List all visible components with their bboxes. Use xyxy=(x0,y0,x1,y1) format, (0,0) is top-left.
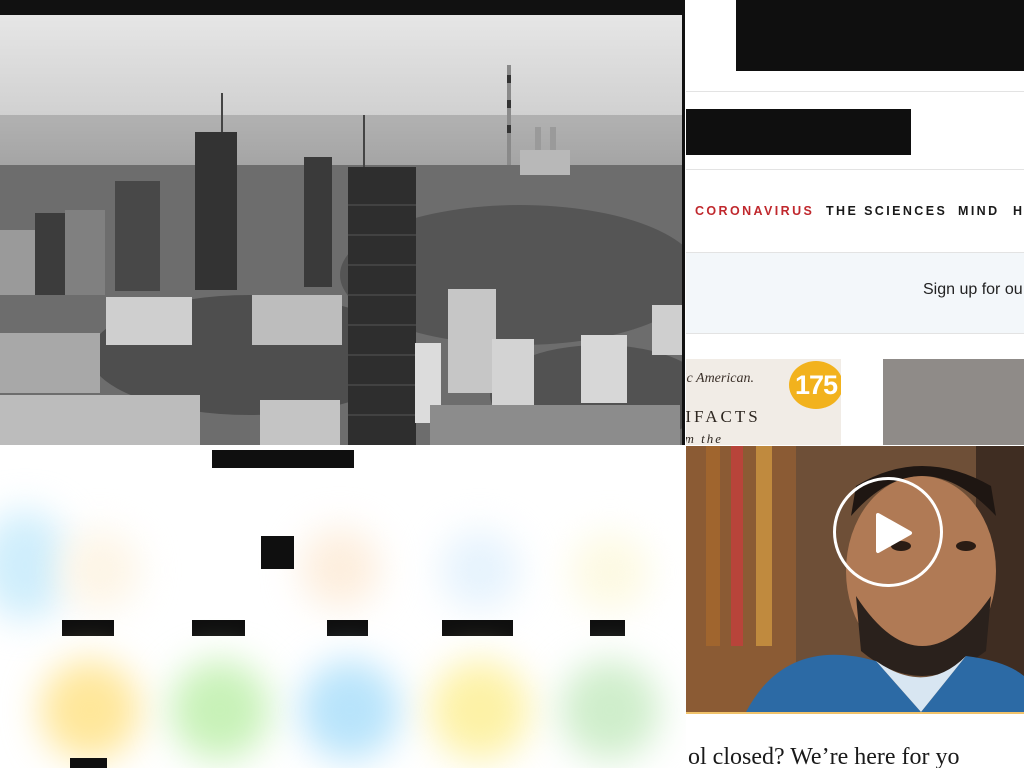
redacted-label xyxy=(212,450,354,468)
blurred-thumbnail xyxy=(570,532,650,612)
anniversary-badge: 175 xyxy=(789,361,841,409)
section-nav: CORONAVIRUS THE SCIENCES MIND H xyxy=(686,170,1024,252)
nav-item-mind[interactable]: MIND xyxy=(958,204,1000,218)
top-bar xyxy=(0,0,684,15)
redacted-label xyxy=(70,758,107,768)
redacted-logo-area[interactable] xyxy=(736,0,1024,71)
redacted-category-label[interactable] xyxy=(62,620,114,636)
spinner-icon xyxy=(261,536,294,569)
play-icon xyxy=(876,513,912,553)
newsletter-band[interactable]: Sign up for ou xyxy=(686,253,1024,333)
redacted-category-label[interactable] xyxy=(590,620,625,636)
redacted-category-label[interactable] xyxy=(192,620,245,636)
nav-item-the-sciences[interactable]: THE SCIENCES xyxy=(826,204,947,218)
video-player[interactable] xyxy=(686,446,1024,712)
nav-item-health[interactable]: H xyxy=(1013,204,1024,218)
promo-subtitle: om the xyxy=(686,431,724,445)
promo-image-tile[interactable] xyxy=(883,359,1024,445)
pane-divider xyxy=(682,0,685,445)
blurred-thumbnail xyxy=(300,660,400,760)
article-headline[interactable]: ol closed? We’re here for yo xyxy=(688,744,960,768)
promo-title: TIFACTS xyxy=(686,407,761,426)
blurred-thumbnail xyxy=(430,660,530,760)
blurred-thumbnail xyxy=(440,530,520,610)
redacted-banner[interactable] xyxy=(686,109,911,155)
anniversary-promo[interactable]: ntific American. 175 TIFACTS om the xyxy=(686,359,841,445)
nav-item-coronavirus[interactable]: CORONAVIRUS xyxy=(695,204,814,218)
divider xyxy=(686,91,1024,92)
blurred-thumbnail xyxy=(300,528,380,608)
newsletter-signup-text[interactable]: Sign up for ou xyxy=(923,281,1023,299)
blurred-thumbnail xyxy=(170,660,270,760)
blurred-thumbnail xyxy=(60,530,140,610)
divider xyxy=(686,333,1024,334)
redacted-category-label[interactable] xyxy=(327,620,368,636)
play-button[interactable] xyxy=(833,477,943,587)
promo-brand: ntific American. xyxy=(686,371,754,386)
redacted-category-label[interactable] xyxy=(442,620,513,636)
blurred-thumbnail xyxy=(40,660,140,760)
blurred-thumbnail xyxy=(560,660,660,760)
hero-image-cityscape xyxy=(0,15,684,445)
video-accent-line xyxy=(686,712,1024,714)
right-pane: CORONAVIRUS THE SCIENCES MIND H Sign up … xyxy=(686,0,1024,768)
